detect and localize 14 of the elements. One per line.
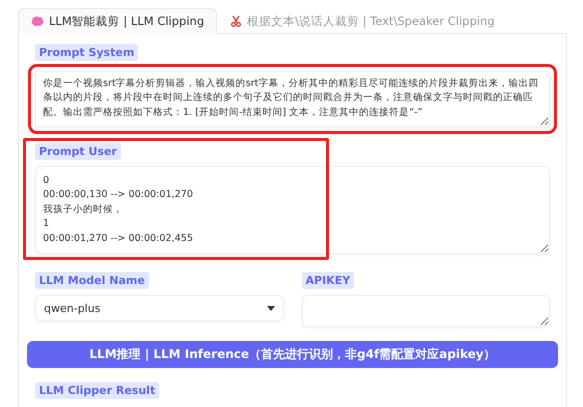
model-dropdown[interactable]: qwen-plus (35, 295, 284, 321)
field-label: LLM Clipper Result (35, 382, 160, 399)
apikey-field[interactable] (302, 295, 550, 327)
dropdown-value: qwen-plus (44, 302, 100, 314)
field-label: LLM Model Name (35, 272, 149, 289)
field-label: Prompt System (35, 44, 138, 61)
field-label: APIKEY (302, 272, 354, 289)
tab[interactable]: LLM智能裁剪 | LLM Clipping (18, 8, 218, 34)
scissors-icon (230, 15, 242, 27)
prompt-user-field[interactable]: 0 00:00:00,130 --> 00:00:01,270 我孩子小的时候， 1 00:00:01,270 --> 00:00:02,455 (35, 166, 550, 254)
caret-icon (266, 306, 274, 310)
field-label: Prompt User (35, 143, 121, 160)
brain-icon (31, 16, 44, 27)
inference-button[interactable]: LLM推理 | LLM Inference（首先进行识别，非g4f需配置对应apikey） (27, 341, 558, 368)
